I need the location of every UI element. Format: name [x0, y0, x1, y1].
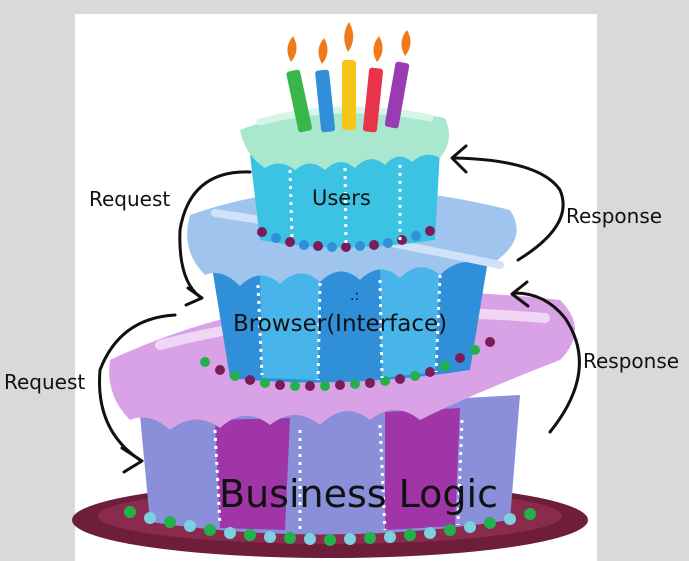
request-label-upper: Request — [89, 187, 171, 211]
candles — [286, 22, 411, 133]
request-label-lower: Request — [4, 370, 86, 394]
users-layer-label: Users — [312, 186, 371, 210]
dot-mark: .: — [350, 288, 360, 304]
diagram-canvas: .: Users Browser(Interface) Business Log… — [0, 0, 689, 561]
request-arrow-lower-head — [120, 446, 144, 474]
browser-layer-label: Browser(Interface) — [233, 311, 448, 337]
response-label-upper: Response — [566, 204, 663, 228]
request-arrow-upper-head — [184, 286, 204, 307]
response-label-lower: Response — [583, 349, 680, 373]
business-logic-layer-label: Business Logic — [219, 472, 498, 516]
